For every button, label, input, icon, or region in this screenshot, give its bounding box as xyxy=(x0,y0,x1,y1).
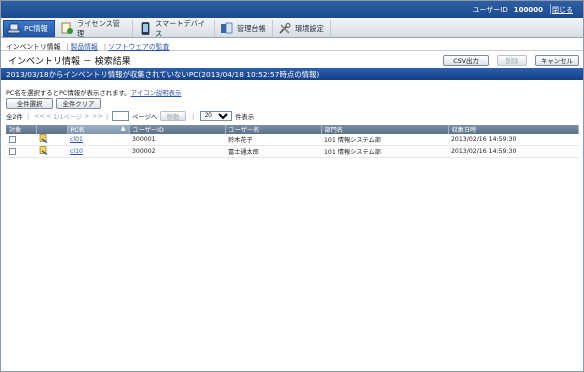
pc-name-cell: cl01 xyxy=(67,134,129,146)
tab-label: スマートデバイス xyxy=(155,18,206,38)
subnav-inventory[interactable]: インベントリ情報 xyxy=(6,43,60,51)
smart-device-icon xyxy=(138,22,152,35)
page-title: インベントリ情報 － 検索結果 xyxy=(8,57,131,67)
tab-ledger[interactable]: 管理台帳 xyxy=(217,20,273,37)
user-id-cell: 300002 xyxy=(129,145,225,158)
top-bar-divider xyxy=(550,4,551,14)
tab-settings[interactable]: 環境設定 xyxy=(275,20,331,37)
tab-smart-device[interactable]: スマートデバイス xyxy=(135,18,215,38)
sub-navigation: インベントリ情報 | 製品情報 | ソフトウェアの監査 xyxy=(1,39,583,51)
goto-page-label: ページへ xyxy=(132,113,158,121)
table-row: cl10 300002 富士通太郎 101 情報システム部 2013/02/16… xyxy=(6,145,579,158)
sort-icon: ▲ xyxy=(120,125,126,132)
pager: 全2件 | << < 1/1ページ > >> | ページへ 移動 | 20 件表… xyxy=(6,111,306,123)
license-icon xyxy=(60,22,74,35)
hint-message: PC名を選択するとPC情報が表示されます。 xyxy=(6,89,131,97)
ledger-icon xyxy=(220,22,234,35)
delete-button[interactable]: 削除 xyxy=(497,55,527,66)
column-header-user-name: ユーザー名 xyxy=(225,125,322,134)
column-header-pc-name[interactable]: PC名 ▲ xyxy=(67,125,130,134)
icon-legend-link[interactable]: アイコン説明表示 xyxy=(131,89,182,97)
user-id-label: ユーザーID xyxy=(472,6,508,14)
collected-at-cell: 2013/02/16 14:59:30 xyxy=(448,134,579,146)
page-info: 1/1ページ xyxy=(53,113,83,121)
next-page-link[interactable]: > xyxy=(84,112,89,120)
user-name-cell: 鈴木花子 xyxy=(225,134,321,146)
subnav-product-info[interactable]: 製品情報 xyxy=(71,43,98,51)
move-button[interactable]: 移動 xyxy=(160,111,186,121)
subnav-software-audit[interactable]: ソフトウェアの監査 xyxy=(108,43,169,51)
pc-status-icon xyxy=(39,134,48,145)
page-header: インベントリ情報 － 検索結果 CSV出力 削除 キャンセル xyxy=(1,51,583,68)
row-checkbox-cell xyxy=(6,145,36,158)
user-id-value: 100000 xyxy=(513,6,543,14)
row-checkbox[interactable] xyxy=(9,135,16,143)
column-header-user-id: ユーザーID xyxy=(129,125,226,134)
pc-name-link[interactable]: cl01 xyxy=(70,136,83,143)
column-header-target: 対象 xyxy=(6,125,37,134)
row-checkbox-cell xyxy=(6,134,36,146)
close-link[interactable]: 閉じる xyxy=(552,5,573,15)
row-checkbox[interactable] xyxy=(9,147,16,155)
result-banner: 2013/03/18からインベントリ情報が収集されていないPC(2013/04/… xyxy=(1,68,583,80)
tab-label: ライセンス管理 xyxy=(77,18,120,38)
pager-divider: | xyxy=(192,112,195,120)
csv-export-button[interactable]: CSV出力 xyxy=(443,55,489,66)
pager-divider: | xyxy=(27,112,30,120)
collected-at-cell: 2013/02/16 14:59:30 xyxy=(448,145,579,158)
select-all-button[interactable]: 全件選択 xyxy=(6,98,53,109)
total-count: 全2件 xyxy=(6,113,23,121)
hint-text: PC名を選択するとPC情報が表示されます。アイコン説明表示 xyxy=(6,88,181,97)
tab-label: 管理台帳 xyxy=(237,23,266,33)
column-header-department: 部門名 xyxy=(321,125,449,134)
settings-icon xyxy=(278,22,292,35)
clear-all-button[interactable]: 全件クリア xyxy=(56,98,101,109)
user-info: ユーザーID 100000 xyxy=(472,5,543,15)
pc-status-icon xyxy=(39,146,48,157)
top-bar: ユーザーID 100000 閉じる xyxy=(1,1,583,18)
status-icon-cell xyxy=(36,145,67,158)
last-page-link[interactable]: >> xyxy=(92,112,103,120)
subnav-divider: | xyxy=(66,43,69,51)
pager-divider: | xyxy=(106,112,109,120)
pc-name-link[interactable]: cl10 xyxy=(70,148,83,155)
results-table: 対象 PC名 ▲ ユーザーID ユーザー名 部門名 収集日時 cl01 3000… xyxy=(6,125,579,158)
main-tabs: PC情報 ライセンス管理 スマートデバイス 管理台帳 環境設定 xyxy=(1,18,583,38)
prev-page-link[interactable]: < xyxy=(46,112,51,120)
status-icon-cell xyxy=(36,134,67,146)
first-page-link[interactable]: << xyxy=(34,112,45,120)
column-header-icon xyxy=(36,125,68,134)
tab-license[interactable]: ライセンス管理 xyxy=(57,18,133,38)
subnav-divider: | xyxy=(103,43,107,51)
table-header-row: 対象 PC名 ▲ ユーザーID ユーザー名 部門名 収集日時 xyxy=(6,125,579,134)
tab-pc-info[interactable]: PC情報 xyxy=(3,20,55,37)
per-page-select[interactable]: 20 xyxy=(200,111,232,121)
tab-label: 環境設定 xyxy=(295,23,324,33)
department-cell: 101 情報システム部 xyxy=(321,134,448,146)
user-id-cell: 300001 xyxy=(129,134,225,146)
per-page-label: 件表示 xyxy=(235,113,255,121)
column-header-label: PC名 xyxy=(70,127,85,134)
cancel-button[interactable]: キャンセル xyxy=(535,55,579,66)
page-number-input[interactable] xyxy=(112,111,129,121)
user-name-cell: 富士通太郎 xyxy=(225,145,321,158)
department-cell: 101 情報システム部 xyxy=(321,145,448,158)
tab-label: PC情報 xyxy=(24,23,48,33)
table-row: cl01 300001 鈴木花子 101 情報システム部 2013/02/16 … xyxy=(6,134,579,146)
pc-info-icon xyxy=(7,22,21,35)
pc-name-cell: cl10 xyxy=(67,145,129,158)
column-header-collected-at: 収集日時 xyxy=(448,125,579,134)
